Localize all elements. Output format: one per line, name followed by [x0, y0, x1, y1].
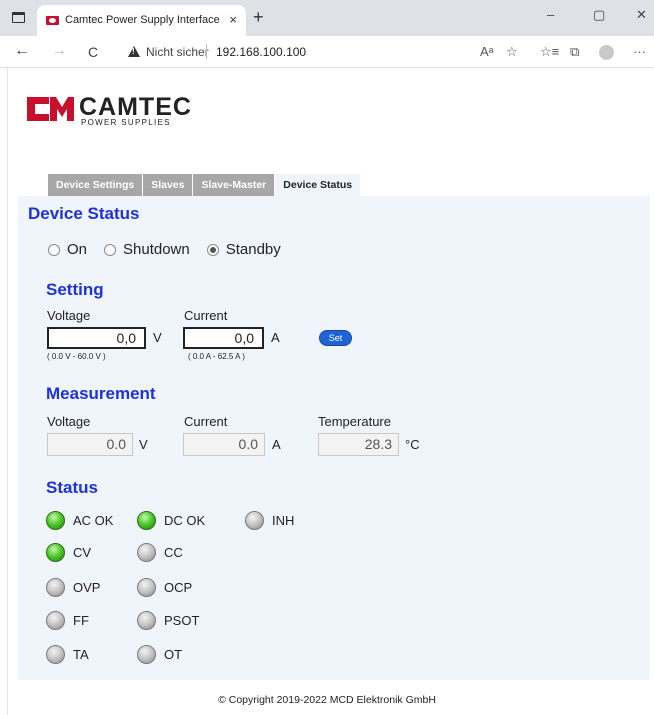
mode-on-radio[interactable]: [48, 243, 60, 256]
status-label: CV: [73, 545, 92, 560]
setting-voltage-range: ( 0.0 V - 60.0 V ): [47, 352, 106, 361]
page-tabs: Device Settings Slaves Slave-Master Devi…: [48, 174, 361, 196]
tab-slave-master[interactable]: Slave-Master: [193, 174, 275, 196]
status-indicator-inh: INH: [245, 511, 294, 530]
browser-tab-title: Camtec Power Supply Interface: [65, 14, 220, 26]
status-indicator-cv: CV: [46, 543, 91, 562]
maximize-icon[interactable]: ▢: [593, 7, 605, 23]
security-label[interactable]: Nicht sicher: [146, 45, 209, 59]
measurement-temperature-field: 28.3: [318, 433, 399, 456]
page-border: [7, 68, 8, 715]
status-indicator-ta: TA: [46, 645, 89, 664]
logo-subtitle: POWER SUPPLIES: [81, 118, 171, 127]
mode-shutdown-label[interactable]: Shutdown: [123, 241, 190, 258]
minimize-icon[interactable]: –: [547, 7, 554, 22]
tab-slaves[interactable]: Slaves: [143, 174, 193, 196]
led-ot-icon: [137, 645, 156, 664]
mode-standby-label[interactable]: Standby: [226, 241, 281, 258]
led-inh-icon: [245, 511, 264, 530]
led-dc-ok-icon: [137, 511, 156, 530]
mode-shutdown-radio[interactable]: [104, 243, 117, 256]
measurement-temperature-unit: °C: [405, 437, 420, 452]
set-button[interactable]: Set: [319, 330, 352, 346]
page-title: Device Status: [28, 204, 140, 223]
tab-device-settings[interactable]: Device Settings: [48, 174, 143, 196]
status-indicator-ff: FF: [46, 611, 89, 630]
status-label: OCP: [164, 580, 193, 595]
back-icon[interactable]: ←: [14, 42, 30, 60]
status-label: CC: [164, 545, 183, 560]
add-favorite-icon[interactable]: ☆: [506, 44, 518, 60]
reload-icon[interactable]: C: [88, 44, 98, 60]
tab-close-icon[interactable]: ×: [229, 12, 237, 27]
led-ocp-icon: [137, 578, 156, 597]
warning-icon[interactable]: [128, 46, 140, 57]
status-heading: Status: [46, 478, 98, 497]
status-label: INH: [272, 513, 295, 528]
mode-standby-radio[interactable]: [206, 243, 219, 256]
tab-device-status[interactable]: Device Status: [275, 174, 361, 196]
browser-tab-bar: Camtec Power Supply Interface × + – ▢ ✕: [0, 0, 654, 36]
status-label: PSOT: [164, 613, 200, 628]
copyright-footer: © Copyright 2019-2022 MCD Elektronik Gmb…: [218, 694, 436, 706]
settings-menu-icon[interactable]: ···: [633, 44, 646, 59]
led-cv-icon: [46, 543, 65, 562]
status-indicator-ocp: OCP: [137, 578, 192, 597]
setting-voltage-label: Voltage: [47, 308, 91, 323]
status-label: TA: [73, 647, 89, 662]
url-field[interactable]: 192.168.100.100: [216, 45, 306, 59]
profile-avatar[interactable]: [599, 45, 614, 60]
led-ff-icon: [46, 611, 65, 630]
led-cc-icon: [137, 543, 156, 562]
favorites-icon[interactable]: ☆≡: [540, 44, 559, 60]
status-indicator-ot: OT: [137, 645, 182, 664]
collections-icon[interactable]: ⧉: [570, 44, 579, 60]
window-menu-icon[interactable]: [12, 12, 25, 23]
address-separator: [206, 44, 207, 59]
forward-icon[interactable]: →: [51, 42, 67, 60]
status-indicator-cc: CC: [137, 543, 183, 562]
address-bar: ← → C Nicht sicher 192.168.100.100 Aᵃ ☆ …: [0, 36, 654, 68]
status-indicator-psot: PSOT: [137, 611, 199, 630]
setting-current-range: ( 0.0 A - 62.5 A ): [188, 352, 245, 361]
status-label: OVP: [73, 580, 101, 595]
led-ac-ok-icon: [46, 511, 65, 530]
status-indicator-dc-ok: DC OK: [137, 511, 205, 530]
led-ta-icon: [46, 645, 65, 664]
measurement-voltage-unit: V: [139, 437, 148, 452]
status-indicator-ovp: OVP: [46, 578, 100, 597]
setting-voltage-input[interactable]: 0,0: [47, 327, 146, 349]
measurement-current-label: Current: [184, 414, 228, 429]
close-window-icon[interactable]: ✕: [636, 7, 647, 23]
measurement-heading: Measurement: [46, 384, 156, 403]
read-aloud-icon[interactable]: Aᵃ: [480, 44, 494, 59]
status-label: FF: [73, 613, 89, 628]
mode-on-label[interactable]: On: [67, 241, 87, 258]
mode-radio-group: On Shutdown Standby: [48, 241, 298, 258]
status-label: DC OK: [164, 513, 206, 528]
led-psot-icon: [137, 611, 156, 630]
camtec-favicon-icon: [46, 16, 59, 25]
setting-heading: Setting: [46, 280, 104, 299]
setting-voltage-unit: V: [153, 330, 162, 345]
setting-current-label: Current: [184, 308, 228, 323]
status-label: OT: [164, 647, 183, 662]
setting-current-input[interactable]: 0,0: [183, 327, 264, 349]
measurement-current-field: 0.0: [183, 433, 265, 456]
browser-tab[interactable]: Camtec Power Supply Interface ×: [37, 5, 246, 36]
measurement-voltage-label: Voltage: [47, 414, 91, 429]
status-indicator-ac-ok: AC OK: [46, 511, 113, 530]
measurement-current-unit: A: [272, 437, 281, 452]
led-ovp-icon: [46, 578, 65, 597]
camtec-logo-icon: [27, 97, 74, 121]
new-tab-icon[interactable]: +: [253, 7, 264, 28]
measurement-voltage-field: 0.0: [47, 433, 133, 456]
measurement-temperature-label: Temperature: [318, 414, 391, 429]
setting-current-unit: A: [271, 330, 280, 345]
status-label: AC OK: [73, 513, 114, 528]
